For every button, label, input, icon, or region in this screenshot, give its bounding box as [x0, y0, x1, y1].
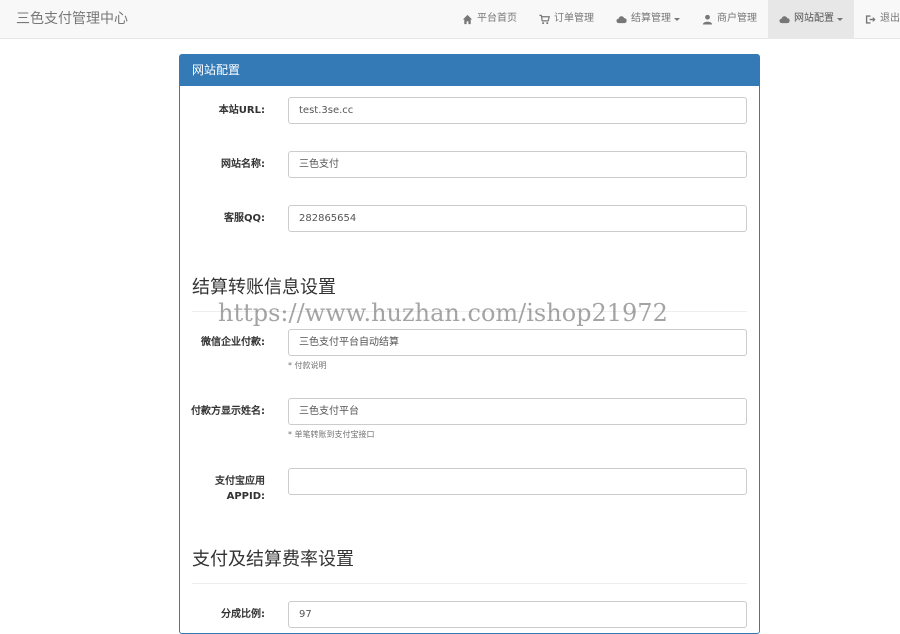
panel-title: 网站配置 — [180, 55, 759, 86]
split-ratio-input[interactable]: 97 — [288, 601, 747, 628]
nav-item-label: 网站配置 — [794, 13, 834, 24]
payer-name-input[interactable]: 三色支付平台 — [288, 398, 747, 425]
alipay-appid-input[interactable] — [288, 468, 747, 495]
cloud-icon — [779, 15, 790, 23]
alipay-appid-label: 支付宝应用APPID: — [215, 476, 265, 502]
wechat-pay-input[interactable]: 三色支付平台自动结算 — [288, 329, 747, 356]
nav-item-label: 商户管理 — [717, 13, 757, 24]
top-navbar: 三色支付管理中心 平台首页 订单管理 结算管理 商户管理 网站配置 退出 — [0, 0, 900, 39]
wechat-pay-help: * 付款说明 — [288, 361, 327, 370]
wechat-pay-label: 微信企业付款: — [201, 337, 265, 348]
nav-item-settlement[interactable]: 结算管理 — [605, 0, 691, 38]
nav-item-label: 结算管理 — [631, 13, 671, 24]
nav-item-merchants[interactable]: 商户管理 — [691, 0, 768, 38]
brand-title[interactable]: 三色支付管理中心 — [16, 0, 128, 38]
cloud-icon — [616, 15, 627, 23]
nav-item-label: 平台首页 — [477, 13, 517, 24]
site-config-panel: 网站配置 本站URL: test.3se.cc 网站名称: 三色支付 客服QQ:… — [179, 54, 760, 634]
site-url-input[interactable]: test.3se.cc — [288, 97, 747, 124]
watermark-text: https://www.huzhan.com/ishop21972 — [218, 299, 668, 327]
caret-down-icon — [837, 17, 843, 21]
logout-icon — [865, 14, 876, 24]
cart-icon — [539, 14, 550, 24]
nav-menu: 平台首页 订单管理 结算管理 商户管理 网站配置 退出 — [451, 0, 900, 38]
payer-name-label: 付款方显示姓名: — [191, 406, 265, 417]
service-qq-input[interactable]: 282865654 — [288, 205, 747, 232]
home-icon — [462, 14, 473, 24]
section-divider — [192, 583, 747, 584]
nav-item-site-config[interactable]: 网站配置 — [768, 0, 854, 38]
nav-item-label: 退出 — [880, 13, 900, 24]
user-icon — [702, 14, 713, 25]
site-name-input[interactable]: 三色支付 — [288, 151, 747, 178]
caret-down-icon — [674, 17, 680, 21]
site-name-label: 网站名称: — [221, 159, 265, 170]
nav-item-label: 订单管理 — [554, 13, 594, 24]
split-ratio-label: 分成比例: — [221, 609, 265, 620]
section-title-settlement: 结算转账信息设置 — [192, 277, 336, 298]
site-url-label: 本站URL: — [218, 105, 265, 116]
service-qq-label: 客服QQ: — [223, 213, 265, 224]
nav-item-orders[interactable]: 订单管理 — [528, 0, 605, 38]
nav-item-logout[interactable]: 退出 — [854, 0, 900, 38]
nav-item-home[interactable]: 平台首页 — [451, 0, 528, 38]
payer-name-help: * 单笔转账到支付宝接口 — [288, 430, 375, 439]
section-title-payment-rate: 支付及结算费率设置 — [192, 549, 354, 570]
